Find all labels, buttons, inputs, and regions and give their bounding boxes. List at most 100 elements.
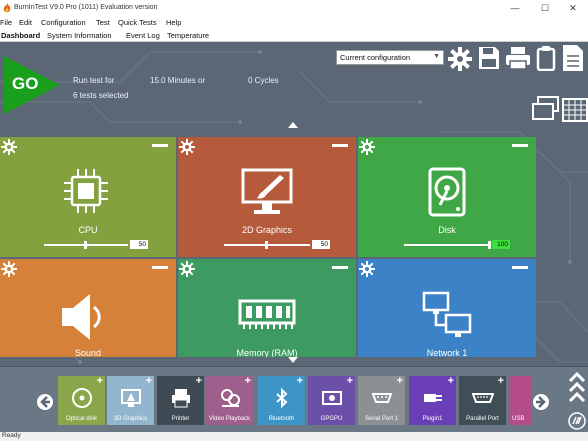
tile-label: CPU	[78, 225, 98, 235]
dashboard-panel: GO Run test for 15.0 Minutes or 0 Cycles…	[0, 42, 588, 432]
tray-item-optical-disk[interactable]: + Optical disk	[58, 376, 105, 425]
video-playback-icon	[221, 389, 240, 407]
title-bar: BurnInTest V9.0 Pro (1011) Evaluation ve…	[0, 0, 588, 16]
duration-value: 15.0 Minutes or	[150, 76, 206, 85]
tile-remove-icon[interactable]	[332, 144, 348, 147]
add-test-icon[interactable]: +	[297, 376, 303, 387]
add-test-icon[interactable]: +	[397, 376, 403, 387]
tile-remove-icon[interactable]	[152, 144, 168, 147]
tray-item-usb[interactable]: USB	[509, 376, 531, 425]
menu-help[interactable]: Help	[166, 18, 181, 27]
tray-item-label: Bluetooth	[268, 416, 295, 422]
tray-item-label: Parallel Port	[466, 416, 499, 422]
configuration-dropdown[interactable]: Current configuration ▼	[336, 50, 444, 65]
tray-item-serial-port[interactable]: + Serial Port 1	[358, 376, 405, 425]
load-value[interactable]: 50	[312, 240, 330, 249]
tray-scroll-left-icon[interactable]	[36, 393, 54, 411]
test-tray: + Optical disk + 3D Graphics + Printer +…	[0, 366, 588, 432]
add-test-icon[interactable]: +	[146, 376, 152, 387]
tray-item-3d-graphics[interactable]: + 3D Graphics	[107, 376, 154, 425]
tray-item-bluetooth[interactable]: + Bluetooth	[258, 376, 305, 425]
add-test-icon[interactable]: +	[498, 376, 504, 387]
minimize-button[interactable]: —	[500, 0, 530, 16]
load-slider-thumb[interactable]	[488, 241, 491, 249]
tile-cpu[interactable]: CPU 50	[0, 137, 176, 257]
menu-test[interactable]: Test	[96, 18, 110, 27]
grid-view-icon[interactable]	[562, 98, 588, 122]
tray-item-gpgpu[interactable]: + GPGPU	[308, 376, 355, 425]
collapse-tray-chevrons-icon[interactable]	[568, 371, 586, 409]
3d-graphics-icon	[121, 389, 141, 407]
tab-system-information[interactable]: System Information	[47, 31, 112, 40]
add-test-icon[interactable]: +	[448, 376, 454, 387]
tile-sound[interactable]: Sound	[0, 259, 176, 357]
menu-file[interactable]: File	[0, 18, 12, 27]
scroll-down-arrow-icon[interactable]	[288, 357, 298, 363]
load-slider[interactable]	[404, 244, 490, 246]
go-label[interactable]: GO	[12, 74, 38, 94]
tile-network[interactable]: Network 1	[358, 259, 536, 357]
close-button[interactable]: ✕	[558, 0, 588, 16]
tile-settings-gear-icon[interactable]	[1, 139, 17, 155]
menu-configuration[interactable]: Configuration	[41, 18, 86, 27]
clipboard-icon[interactable]	[536, 45, 556, 71]
tile-settings-gear-icon[interactable]	[359, 261, 375, 277]
load-slider-thumb[interactable]	[84, 241, 87, 249]
add-test-icon[interactable]: +	[97, 376, 103, 387]
menu-bar: File Edit Configuration Test Quick Tests…	[0, 16, 588, 29]
tray-item-printer[interactable]: + Printer	[157, 376, 204, 425]
tile-label: 2D Graphics	[241, 225, 293, 235]
tray-item-parallel-port[interactable]: + Parallel Port	[459, 376, 506, 425]
tray-item-label: Plugin1	[422, 416, 443, 422]
tray-item-label: Video Playback	[208, 416, 251, 422]
tray-item-label: Serial Port 1	[364, 416, 398, 422]
print-icon[interactable]	[505, 46, 531, 70]
menu-edit[interactable]: Edit	[19, 18, 32, 27]
gpgpu-icon	[322, 391, 342, 405]
tile-settings-gear-icon[interactable]	[179, 139, 195, 155]
tab-event-log[interactable]: Event Log	[126, 31, 160, 40]
tile-disk[interactable]: Disk 100	[358, 137, 536, 257]
tray-item-video-playback[interactable]: + Video Playback	[206, 376, 253, 425]
maximize-button[interactable]: ☐	[530, 0, 560, 16]
menu-quick-tests[interactable]: Quick Tests	[118, 18, 157, 27]
passmark-logo-icon	[568, 412, 586, 430]
cycles-value: 0 Cycles	[248, 76, 279, 85]
load-value[interactable]: 100	[492, 240, 510, 249]
app-logo-icon	[3, 3, 11, 13]
scroll-up-arrow-icon[interactable]	[288, 122, 298, 128]
add-test-icon[interactable]: +	[245, 376, 251, 387]
add-test-icon[interactable]: +	[347, 376, 353, 387]
tile-2d-graphics[interactable]: 2D Graphics 50	[178, 137, 356, 257]
load-value[interactable]: 50	[130, 240, 148, 249]
status-bar: Ready	[0, 432, 588, 441]
settings-gear-icon[interactable]	[447, 46, 473, 72]
tile-settings-gear-icon[interactable]	[1, 261, 17, 277]
tile-view-icon[interactable]	[532, 96, 560, 122]
tile-remove-icon[interactable]	[512, 144, 528, 147]
tile-settings-gear-icon[interactable]	[179, 261, 195, 277]
bluetooth-icon	[276, 387, 288, 409]
add-test-icon[interactable]: +	[196, 376, 202, 387]
load-slider-thumb[interactable]	[265, 241, 268, 249]
tile-remove-icon[interactable]	[332, 266, 348, 269]
tray-scroll-right-icon[interactable]	[532, 393, 550, 411]
tab-dashboard[interactable]: Dashboard	[1, 31, 40, 40]
tray-item-label: Optical disk	[65, 416, 97, 422]
optical-disk-icon	[72, 388, 92, 408]
tray-item-plugin1[interactable]: + Plugin1	[409, 376, 456, 425]
tile-remove-icon[interactable]	[512, 266, 528, 269]
tile-remove-icon[interactable]	[152, 266, 168, 269]
status-text: Ready	[2, 432, 21, 439]
tests-selected-label: 6 tests selected	[73, 91, 129, 100]
save-icon[interactable]	[478, 46, 500, 70]
tile-label: Disk	[438, 225, 456, 235]
burnintest-window: BurnInTest V9.0 Pro (1011) Evaluation ve…	[0, 0, 588, 441]
speaker-icon	[62, 294, 101, 340]
window-title: BurnInTest V9.0 Pro (1011) Evaluation ve…	[14, 4, 158, 11]
tab-temperature[interactable]: Temperature	[167, 31, 209, 40]
report-icon[interactable]	[562, 44, 584, 72]
tile-memory[interactable]: Memory (RAM)	[178, 259, 356, 357]
tile-settings-gear-icon[interactable]	[359, 139, 375, 155]
chevron-down-icon: ▼	[433, 53, 440, 60]
